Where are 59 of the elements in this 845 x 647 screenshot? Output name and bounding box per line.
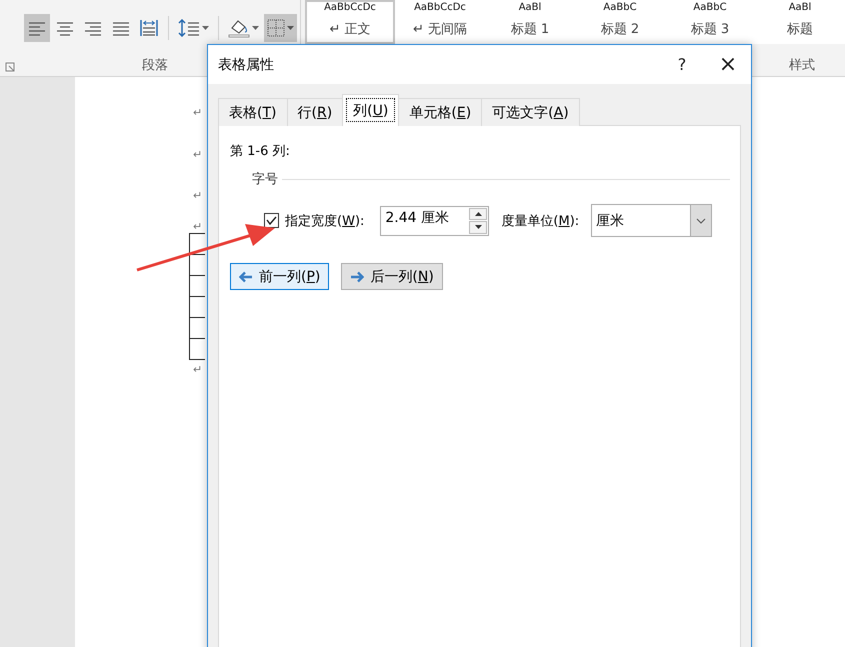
paragraph-mark: ↵ bbox=[193, 190, 202, 201]
caret-icon bbox=[252, 26, 259, 30]
unit-label: 度量单位(M): bbox=[501, 212, 580, 230]
style-item[interactable]: AaBbC 标题 2 bbox=[575, 0, 665, 44]
next-column-button[interactable]: 后一列(N) bbox=[341, 263, 443, 290]
style-name: 标题 3 bbox=[690, 21, 730, 38]
style-name: ↵ 正文 bbox=[329, 21, 371, 38]
borders-icon bbox=[267, 19, 285, 37]
help-button[interactable]: ? bbox=[659, 45, 705, 84]
style-item[interactable]: AaBl 标题 1 bbox=[485, 0, 575, 44]
line-spacing-icon bbox=[178, 19, 200, 37]
paragraph-mark: ↵ bbox=[193, 149, 202, 160]
dialog-title: 表格属性 bbox=[218, 56, 275, 74]
up-triangle-icon bbox=[474, 212, 482, 216]
tab[interactable]: 列(U) bbox=[342, 94, 400, 126]
width-label: 指定宽度(W): bbox=[285, 212, 364, 230]
checkmark-icon bbox=[266, 216, 277, 225]
style-preview: AaBl bbox=[788, 2, 812, 14]
borders-button[interactable] bbox=[264, 14, 297, 42]
style-preview: AaBbC bbox=[603, 2, 637, 14]
style-name: 标题 bbox=[787, 21, 813, 38]
unit-dropdown[interactable]: 厘米 bbox=[591, 204, 712, 237]
chevron-down-icon bbox=[696, 218, 706, 224]
style-preview: AaBbCcDc bbox=[324, 2, 376, 14]
style-name: 标题 1 bbox=[510, 21, 550, 38]
style-name: 标题 2 bbox=[600, 21, 640, 38]
distribute-icon bbox=[140, 19, 158, 37]
left-arrow-icon bbox=[239, 270, 253, 282]
dialog-launcher-icon[interactable] bbox=[5, 62, 15, 72]
previous-column-button[interactable]: 前一列(P) bbox=[230, 263, 330, 290]
width-field[interactable]: 2.44 厘米 bbox=[380, 206, 490, 236]
tab[interactable]: 可选文字(A) bbox=[481, 98, 580, 126]
close-button[interactable]: × bbox=[705, 45, 751, 84]
style-item[interactable]: AaBbC 标题 3 bbox=[665, 0, 755, 44]
paragraph-mark: ↵ bbox=[193, 364, 202, 375]
group-label: 样式 bbox=[789, 57, 815, 74]
group-label: 段落 bbox=[142, 57, 168, 74]
style-name: ↵ 无间隔 bbox=[412, 21, 468, 38]
paragraph-mark: ↵ bbox=[193, 221, 202, 232]
style-preview: AaBbC bbox=[693, 2, 727, 14]
tab[interactable]: 行(R) bbox=[286, 98, 344, 126]
style-item[interactable]: AaBbCcDc ↵ 正文 bbox=[305, 0, 395, 44]
spin-up-button[interactable] bbox=[469, 208, 488, 220]
paint-bucket-icon bbox=[228, 18, 250, 38]
caret-icon bbox=[287, 26, 294, 30]
style-item[interactable]: AaBl 标题 bbox=[755, 0, 845, 44]
style-preview: AaBl bbox=[518, 2, 542, 14]
group-title: 字号 bbox=[252, 171, 278, 188]
style-item[interactable]: AaBbCcDc ↵ 无间隔 bbox=[395, 0, 485, 44]
align-left-button[interactable] bbox=[24, 14, 50, 42]
right-arrow-icon bbox=[350, 270, 364, 282]
tab[interactable]: 单元格(E) bbox=[398, 98, 482, 126]
spin-down-button[interactable] bbox=[469, 221, 488, 234]
caret-icon bbox=[202, 26, 209, 30]
style-preview: AaBbCcDc bbox=[414, 2, 466, 14]
columns-heading: 第 1-6 列: bbox=[230, 143, 291, 160]
down-triangle-icon bbox=[474, 225, 482, 230]
tab[interactable]: 表格(T) bbox=[218, 98, 288, 126]
paragraph-mark: ↵ bbox=[193, 107, 202, 118]
